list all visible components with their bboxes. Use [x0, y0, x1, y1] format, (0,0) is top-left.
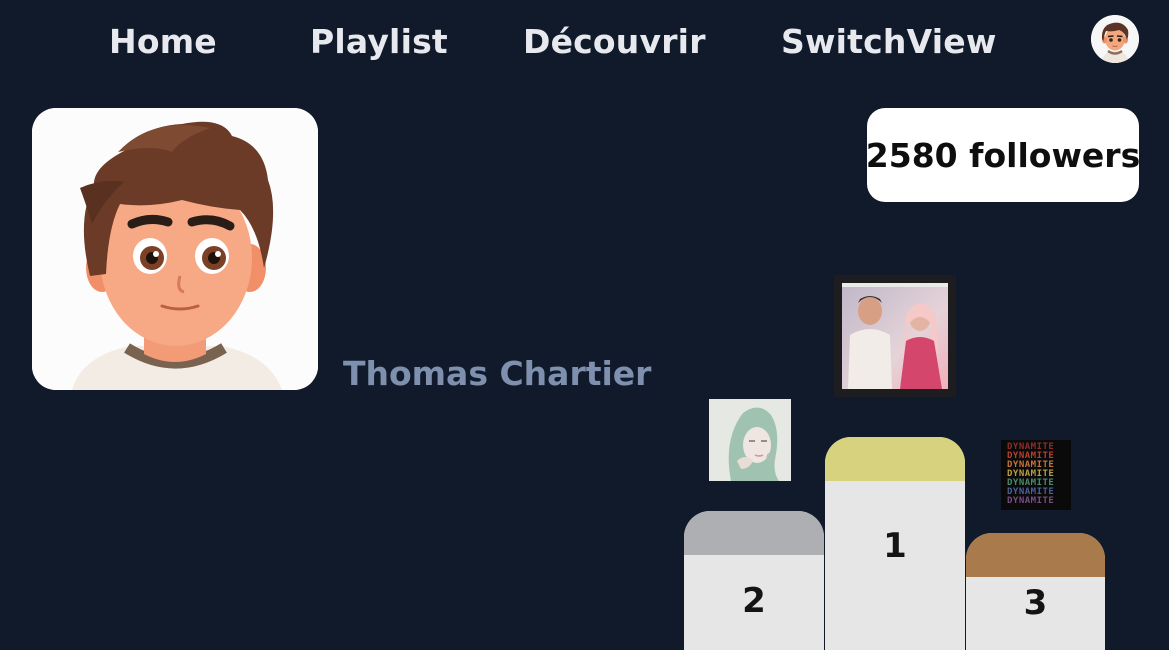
user-avatar[interactable] — [1091, 15, 1139, 63]
album-1-artwork — [834, 275, 956, 397]
nav-switchview-link[interactable]: SwitchView — [781, 20, 997, 64]
avatar-icon — [1091, 15, 1139, 63]
album-cover-rank-3[interactable]: DYNAMITE DYNAMITE DYNAMITE DYNAMITE DYNA… — [1001, 440, 1071, 510]
podium-rank-label: 3 — [1023, 583, 1048, 623]
podium-cap-silver — [684, 511, 824, 555]
album-cover-rank-2[interactable] — [709, 399, 791, 481]
top-navigation: Home Playlist Découvrir SwitchView — [0, 15, 1169, 68]
nav-playlist-link[interactable]: Playlist — [310, 20, 448, 64]
profile-avatar-illustration — [32, 108, 318, 390]
podium-rank-label: 1 — [883, 526, 907, 566]
album-2-artwork — [709, 399, 791, 481]
nav-home-link[interactable]: Home — [109, 20, 217, 64]
profile-picture — [32, 108, 318, 390]
followers-count-badge[interactable]: 2580 followers — [866, 108, 1140, 202]
nav-decouvrir-link[interactable]: Découvrir — [523, 20, 706, 64]
podium-third-place: 3 — [966, 533, 1105, 650]
podium-cap-bronze — [966, 533, 1105, 577]
podium-rank-label: 2 — [742, 581, 766, 621]
podium-first-place: 1 — [825, 437, 965, 650]
podium-second-place: 2 — [684, 511, 824, 650]
profile-name: Thomas Chartier — [343, 354, 652, 393]
podium-cap-gold — [825, 437, 965, 481]
album-3-title-line: DYNAMITE — [1007, 496, 1055, 506]
album-cover-rank-1[interactable] — [834, 275, 956, 397]
profile-page: Home Playlist Découvrir SwitchView Thoma… — [0, 0, 1169, 650]
